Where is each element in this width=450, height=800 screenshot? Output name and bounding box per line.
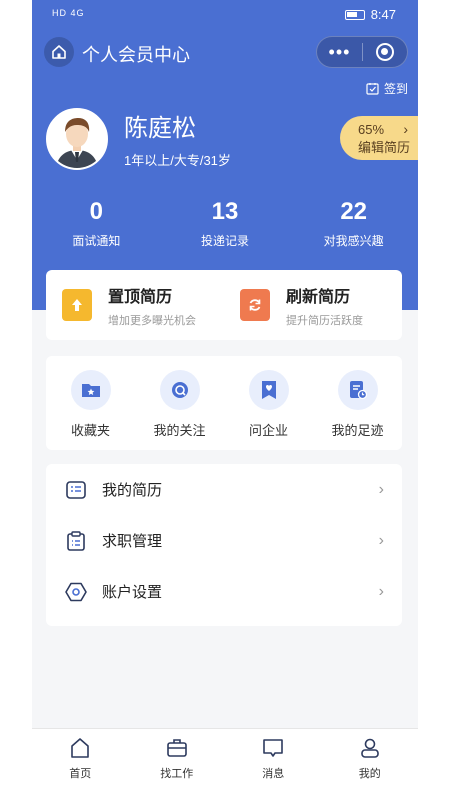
tab-bar: 首页 找工作 消息 我的 [32, 728, 418, 800]
home-icon [52, 45, 66, 59]
ask-company-icon [248, 370, 289, 410]
shortcut-footprint[interactable]: 我的足迹 [313, 356, 402, 450]
stat-interview[interactable]: 0 面试通知 [32, 198, 161, 249]
settings-icon [64, 580, 88, 604]
page-title: 个人会员中心 [82, 45, 190, 65]
profile-header: HD 4G 8:47 个人会员中心 ••• 签到 陈庭松 1年以上/大专/31岁… [32, 0, 418, 310]
folder-star-icon [70, 370, 111, 410]
stat-label: 对我感兴趣 [323, 234, 384, 248]
shortcut-ask-company[interactable]: 问企业 [224, 356, 313, 450]
mini-program-capsule: ••• [316, 36, 408, 68]
status-bar: HD 4G 8:47 [32, 0, 418, 30]
resume-completion: 65% [358, 122, 385, 137]
briefcase-icon [166, 739, 187, 757]
action-subtitle: 增加更多曝光机会 [108, 314, 196, 327]
chevron-right-icon: › [378, 480, 384, 498]
tab-messages[interactable]: 消息 [225, 729, 322, 800]
network-indicator: HD 4G [52, 8, 85, 18]
stats-row: 0 面试通知 13 投递记录 22 对我感兴趣 [32, 198, 418, 249]
more-button[interactable]: ••• [317, 42, 362, 62]
navbar: 个人会员中心 ••• [32, 36, 418, 70]
avatar-illustration [48, 110, 106, 168]
avatar[interactable] [46, 108, 108, 170]
stat-value: 22 [340, 198, 368, 225]
app-screen: HD 4G 8:47 个人会员中心 ••• 签到 陈庭松 1年以上/大专/31岁… [32, 0, 418, 800]
user-summary: 1年以上/大专/31岁 [124, 153, 231, 168]
edit-resume-button[interactable]: 65% 编辑简历 › [340, 116, 418, 160]
clipboard-icon [64, 529, 88, 553]
action-title: 刷新简历 [286, 288, 351, 306]
footprint-icon [337, 370, 378, 410]
shortcut-favorites[interactable]: 收藏夹 [46, 356, 135, 450]
stat-applications[interactable]: 13 投递记录 [161, 198, 290, 249]
shortcut-following[interactable]: 我的关注 [135, 356, 224, 450]
message-icon [263, 739, 284, 757]
refresh-icon [240, 289, 270, 321]
chevron-right-icon: › [378, 531, 384, 549]
shortcuts-card: 收藏夹 我的关注 问企业 我的足迹 [46, 356, 402, 450]
checkin-button[interactable]: 签到 [366, 80, 408, 97]
home-icon [71, 738, 90, 758]
shortcut-label: 我的关注 [153, 423, 206, 438]
checkin-label: 签到 [383, 82, 408, 96]
tab-mine[interactable]: 我的 [322, 729, 419, 800]
action-title: 置顶简历 [108, 288, 173, 306]
close-button[interactable] [363, 43, 407, 61]
menu-label: 账户设置 [102, 584, 163, 601]
stat-interested[interactable]: 22 对我感兴趣 [289, 198, 418, 249]
edit-resume-label: 编辑简历 [358, 140, 411, 155]
menu-item-account-settings[interactable]: 账户设置 › [46, 566, 402, 617]
chevron-right-icon: › [403, 121, 408, 137]
calendar-check-icon [366, 83, 379, 95]
shortcut-label: 收藏夹 [70, 423, 110, 438]
menu-item-my-resume[interactable]: 我的简历 › [46, 464, 402, 515]
action-subtitle: 提升简历活跃度 [286, 314, 363, 327]
chevron-right-icon: › [378, 582, 384, 600]
menu-card: 我的简历 › 求职管理 › 账户设置 › [46, 464, 402, 626]
target-icon [375, 43, 394, 61]
tab-label: 消息 [262, 768, 285, 780]
stat-label: 面试通知 [72, 234, 121, 248]
pin-resume-action[interactable]: 置顶简历 增加更多曝光机会 [46, 270, 224, 340]
stat-value: 13 [211, 198, 239, 225]
tab-home[interactable]: 首页 [32, 729, 129, 800]
battery-icon [344, 9, 365, 20]
tab-find-job[interactable]: 找工作 [129, 729, 226, 800]
top-icon [62, 289, 92, 321]
tab-label: 找工作 [160, 768, 194, 780]
follow-icon [159, 370, 200, 410]
user-icon [360, 738, 379, 758]
home-button[interactable] [44, 37, 74, 67]
user-name: 陈庭松 [124, 115, 196, 142]
shortcut-label: 我的足迹 [331, 423, 384, 438]
refresh-resume-action[interactable]: 刷新简历 提升简历活跃度 [224, 270, 402, 340]
stat-label: 投递记录 [201, 234, 250, 248]
quick-actions-card: 置顶简历 增加更多曝光机会 刷新简历 提升简历活跃度 [46, 270, 402, 340]
stat-value: 0 [89, 198, 104, 225]
menu-label: 我的简历 [102, 482, 163, 499]
tab-label: 首页 [69, 768, 92, 780]
shortcut-label: 问企业 [248, 423, 288, 438]
tab-label: 我的 [358, 768, 381, 780]
resume-icon [64, 478, 88, 502]
clock: 8:47 [370, 7, 396, 22]
menu-label: 求职管理 [102, 533, 163, 550]
menu-item-job-management[interactable]: 求职管理 › [46, 515, 402, 566]
